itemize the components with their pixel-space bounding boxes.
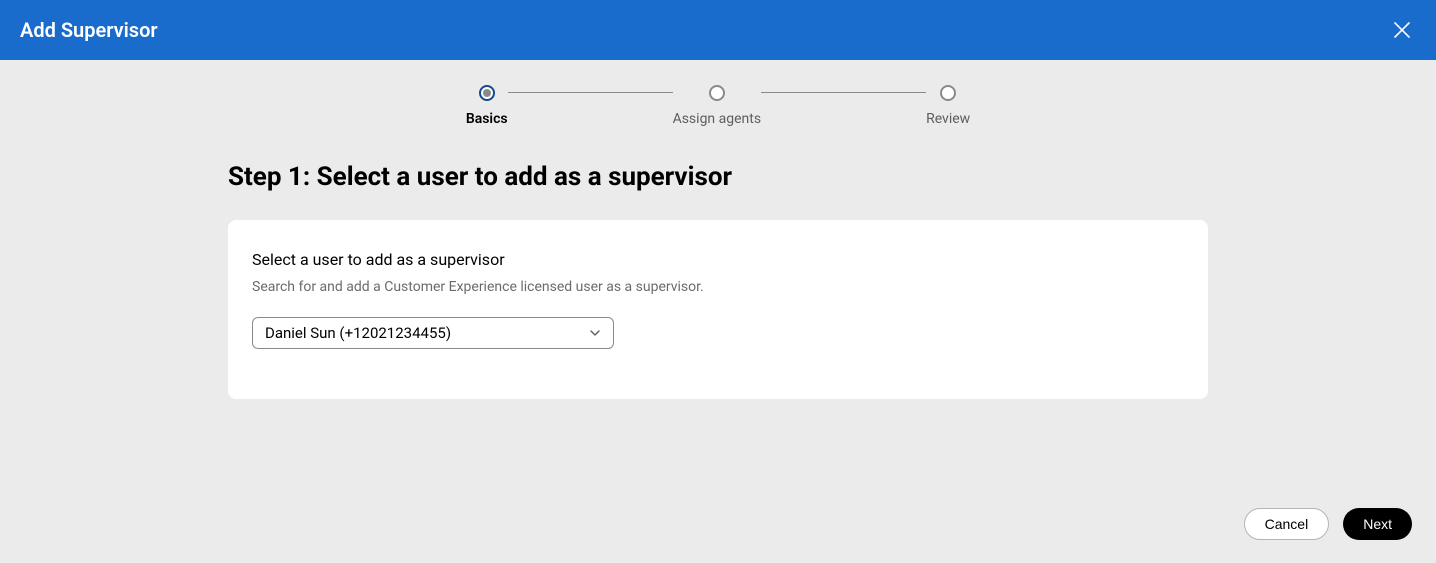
card-title: Select a user to add as a supervisor [252,250,1184,269]
step-circle-icon [479,85,495,101]
chevron-down-icon [589,327,601,339]
step-circle-icon [940,85,956,101]
page-title: Step 1: Select a user to add as a superv… [228,162,1208,192]
step-label: Assign agents [673,111,762,127]
dialog-header: Add Supervisor [0,0,1436,60]
close-icon [1393,21,1411,39]
step-review[interactable]: Review [926,85,970,127]
step-circle-icon [709,85,725,101]
dialog-footer: Cancel Next [1244,508,1412,540]
step-assign-agents[interactable]: Assign agents [673,85,762,127]
cancel-button[interactable]: Cancel [1244,508,1330,540]
stepper: Basics Assign agents Review [0,85,1436,127]
card-subtitle: Search for and add a Customer Experience… [252,279,1184,295]
step-connector [761,92,926,93]
close-button[interactable] [1388,16,1416,44]
next-button[interactable]: Next [1343,508,1412,540]
page-content: Step 1: Select a user to add as a superv… [228,162,1208,399]
step-basics[interactable]: Basics [466,85,508,127]
dialog-title: Add Supervisor [20,18,158,42]
user-select-dropdown[interactable]: Daniel Sun (+12021234455) [252,317,614,349]
step-label: Review [926,111,970,127]
step-label: Basics [466,111,508,127]
dropdown-selected-value: Daniel Sun (+12021234455) [265,324,451,342]
select-user-card: Select a user to add as a supervisor Sea… [228,220,1208,399]
step-connector [508,92,673,93]
